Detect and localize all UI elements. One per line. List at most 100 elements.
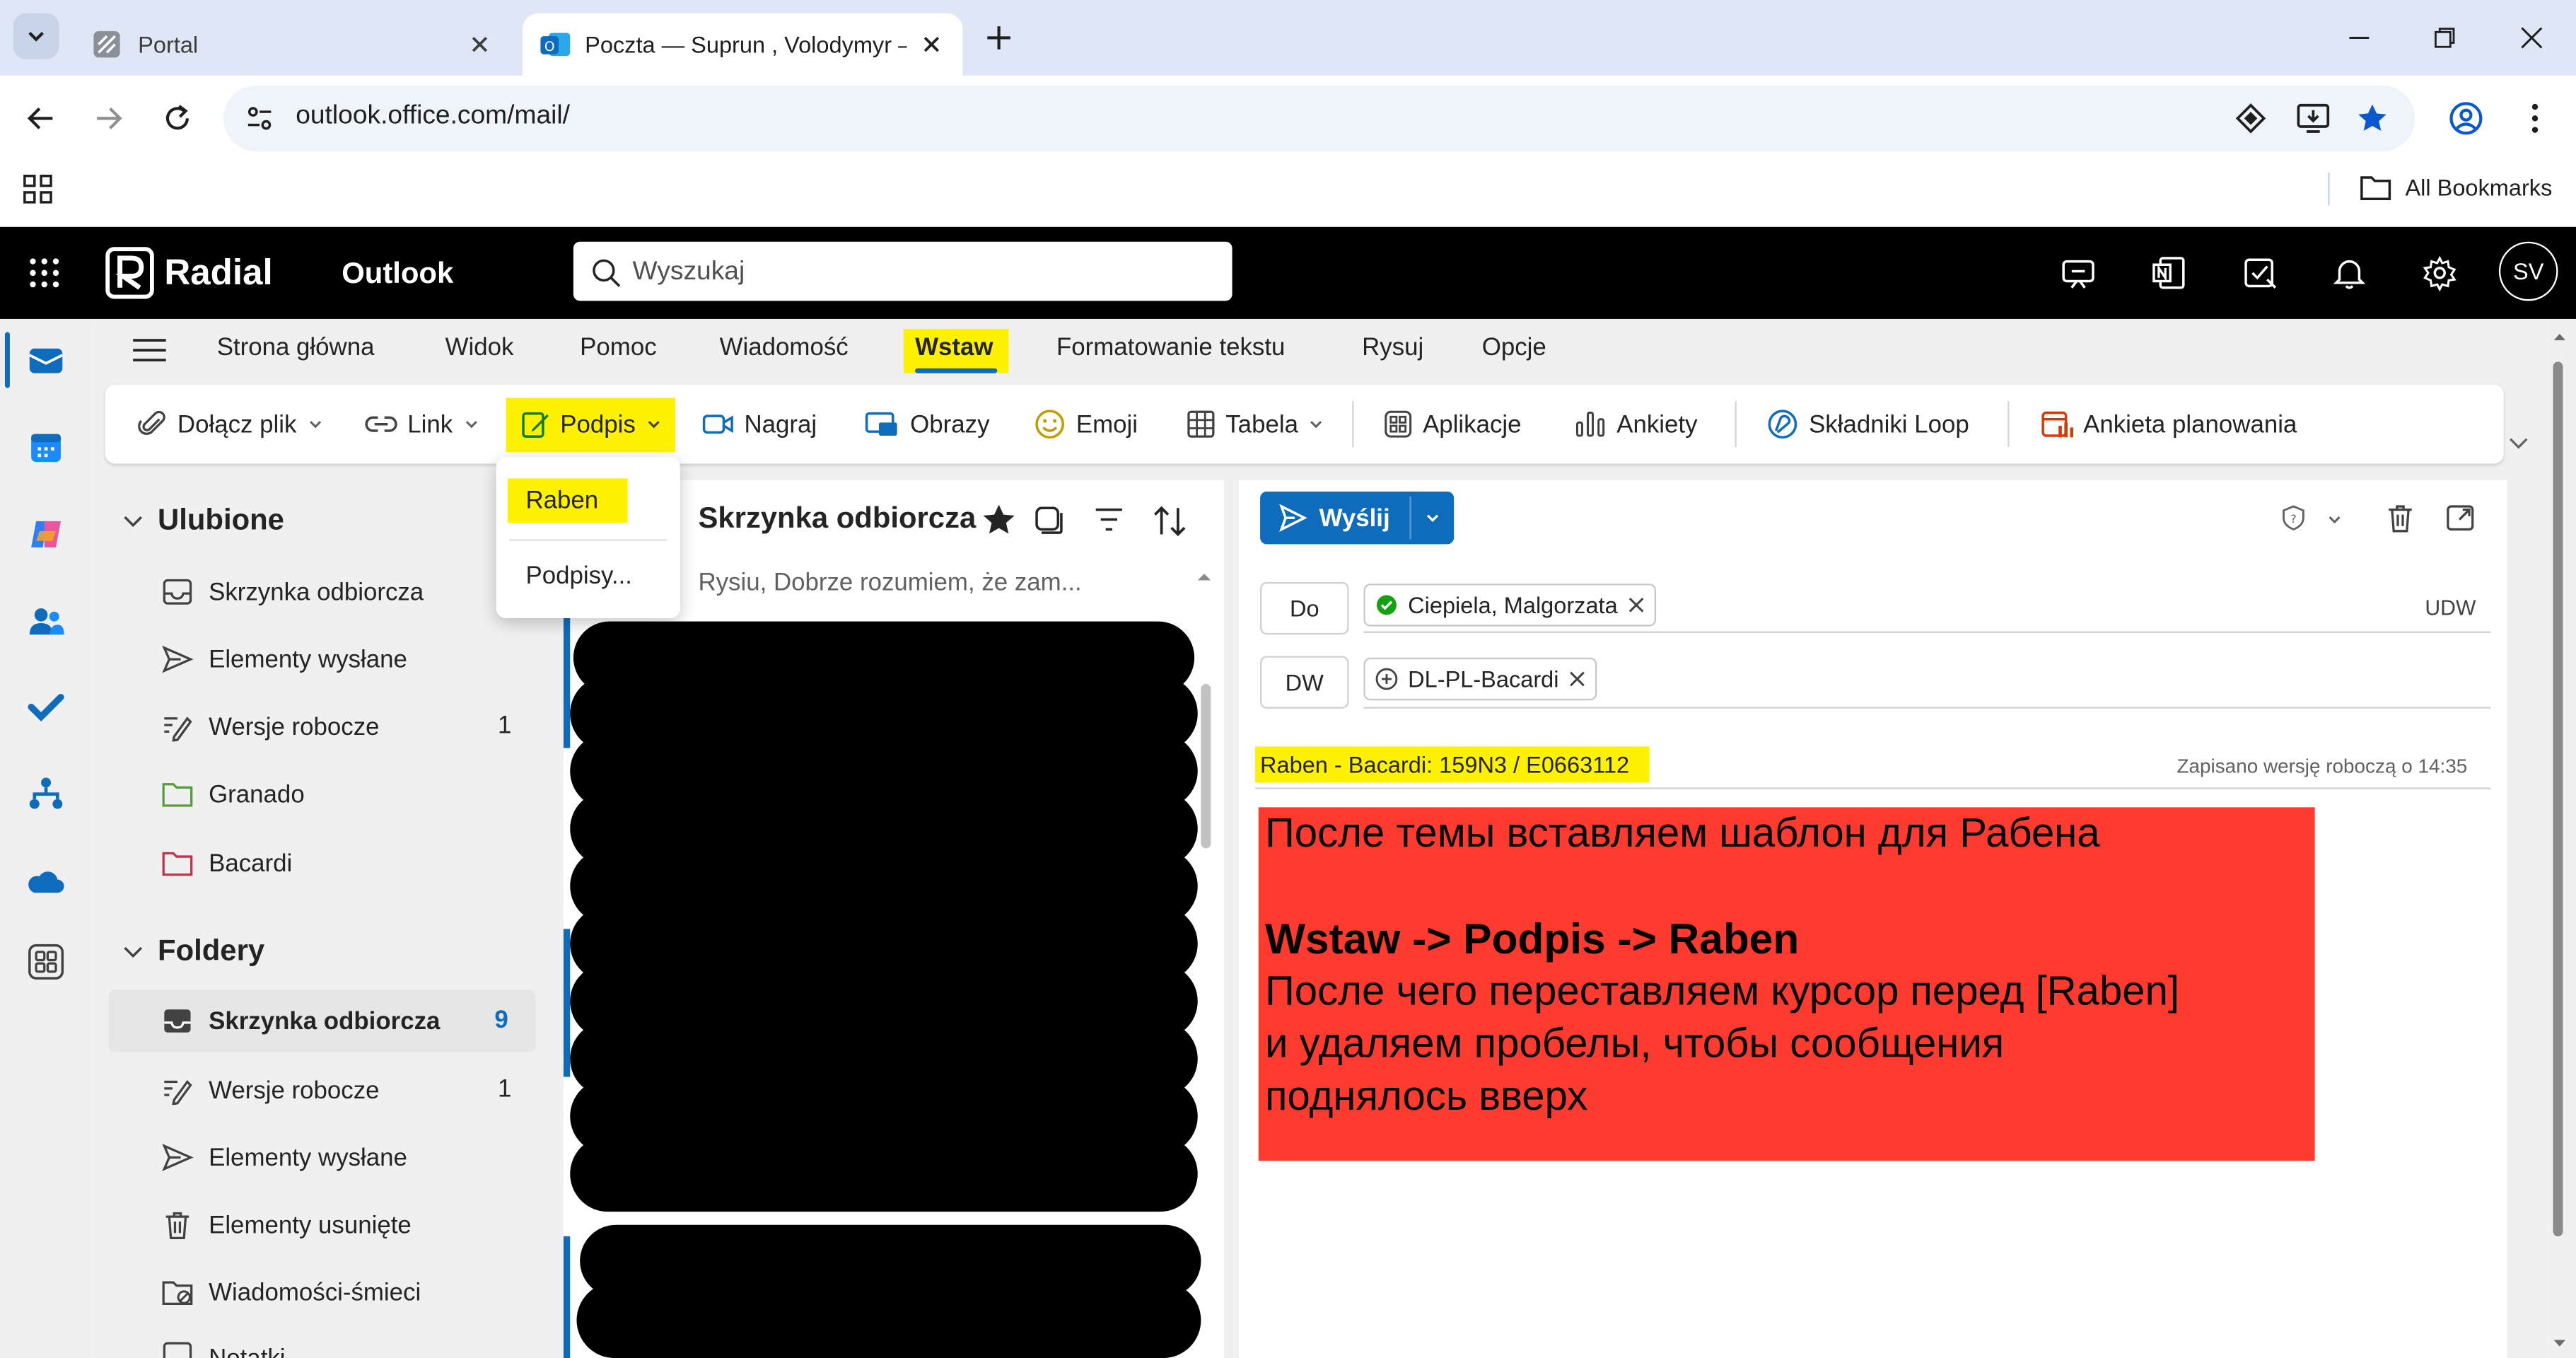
folder-notes[interactable]: Notatki: [161, 1340, 286, 1358]
onenote-icon[interactable]: [2145, 250, 2191, 296]
tab-format-text[interactable]: Formatowanie tekstu: [1056, 334, 1285, 362]
favorite-granado[interactable]: Granado: [161, 774, 305, 814]
favorite-sent[interactable]: Elementy wysłane: [161, 639, 407, 679]
folder-junk[interactable]: Wiadomości-śmieci: [161, 1272, 421, 1312]
hamburger-menu-icon[interactable]: [132, 335, 168, 365]
address-text[interactable]: outlook.office.com/mail/: [296, 102, 570, 132]
tab-draw[interactable]: Rysuj: [1362, 334, 1423, 362]
close-tab-icon[interactable]: [467, 31, 493, 57]
bcc-link[interactable]: UDW: [2425, 595, 2476, 620]
discard-draft-icon[interactable]: [2384, 501, 2416, 534]
subject-field[interactable]: Raben - Bacardi: 159N3 / E0663112: [1260, 751, 1629, 777]
site-info-icon[interactable]: [243, 102, 276, 134]
polls-button[interactable]: Ankiety: [1574, 403, 1698, 446]
browser-tab-portal[interactable]: Portal: [79, 13, 510, 76]
expand-ribbon-icon[interactable]: [2507, 431, 2531, 454]
send-button[interactable]: Wyślij: [1260, 492, 1408, 544]
meet-now-icon[interactable]: [2056, 250, 2102, 296]
apps-grid-icon[interactable]: [23, 174, 53, 204]
to-recipient-chip[interactable]: Ciepiela, Malgorzata: [1363, 584, 1656, 627]
extension-icon[interactable]: [2234, 102, 2267, 134]
cc-button[interactable]: DW: [1260, 656, 1349, 709]
app-name[interactable]: Outlook: [342, 257, 453, 291]
collapse-favorites-icon[interactable]: [122, 510, 145, 533]
sensitivity-icon[interactable]: ?: [2280, 505, 2307, 531]
emoji-button[interactable]: Emoji: [1033, 403, 1138, 446]
calendar-app-icon[interactable]: [23, 424, 69, 470]
close-tab-icon[interactable]: [919, 31, 945, 57]
signature-option-raben[interactable]: Raben: [525, 487, 598, 515]
table-button[interactable]: Tabela: [1186, 403, 1324, 446]
favorites-heading[interactable]: Ulubione: [158, 503, 284, 538]
bookmark-star-icon[interactable]: [2356, 102, 2389, 134]
signature-button[interactable]: Podpis: [521, 403, 663, 446]
app-launcher-icon[interactable]: [28, 257, 60, 289]
loop-components-button[interactable]: Składniki Loop: [1766, 403, 1969, 446]
message-preview[interactable]: Rysiu, Dobrze rozumiem, że zam...: [698, 569, 1081, 597]
collapse-folders-icon[interactable]: [122, 941, 145, 964]
page-scroll-down-icon[interactable]: [2551, 1335, 2568, 1351]
reload-button[interactable]: [151, 92, 204, 144]
record-button[interactable]: Nagraj: [701, 403, 817, 446]
tab-search-button[interactable]: [13, 13, 59, 59]
back-button[interactable]: [15, 92, 67, 144]
notes-icon: [163, 1342, 192, 1358]
favorite-bacardi[interactable]: Bacardi: [161, 843, 292, 883]
tab-message[interactable]: Wiadomość: [720, 334, 849, 362]
todo-app-icon[interactable]: [23, 684, 69, 730]
people-app-icon[interactable]: [23, 598, 69, 644]
scroll-up-arrow-icon[interactable]: [1194, 569, 1214, 585]
send-options-button[interactable]: [1411, 492, 1454, 544]
link-button[interactable]: Link: [365, 403, 479, 446]
filter-icon[interactable]: [1092, 503, 1125, 535]
attach-file-button[interactable]: Dołącz plik: [138, 403, 322, 446]
mail-app-icon[interactable]: [23, 337, 69, 383]
to-button[interactable]: Do: [1260, 581, 1349, 635]
folder-deleted[interactable]: Elementy usunięte: [161, 1205, 412, 1245]
folder-drafts[interactable]: Wersje robocze: [161, 1070, 380, 1110]
gear-icon[interactable]: [2417, 250, 2463, 296]
favorite-star-icon[interactable]: [981, 501, 1017, 538]
more-menu-icon[interactable]: [2520, 102, 2550, 134]
folders-heading[interactable]: Foldery: [158, 934, 264, 968]
minimize-window-button[interactable]: [2335, 16, 2384, 59]
sensitivity-chevron-icon[interactable]: [2326, 511, 2343, 528]
favorite-drafts[interactable]: Wersje robocze: [161, 707, 380, 747]
restore-window-button[interactable]: [2420, 16, 2469, 59]
tab-help[interactable]: Pomoc: [580, 334, 656, 362]
apps-button[interactable]: Aplikacje: [1383, 403, 1522, 446]
tab-view[interactable]: Widok: [445, 334, 514, 362]
sort-icon[interactable]: [1152, 503, 1188, 539]
tab-insert[interactable]: Wstaw: [915, 334, 993, 362]
redacted-message[interactable]: [570, 1136, 1198, 1212]
page-scroll-up-icon[interactable]: [2551, 329, 2568, 345]
images-button[interactable]: Obrazy: [864, 403, 990, 446]
browser-tab-outlook[interactable]: O Poczta — Suprun , Volodymyr –: [522, 13, 963, 76]
page-scrollbar-thumb[interactable]: [2553, 361, 2563, 1237]
forward-button[interactable]: [82, 92, 134, 144]
favorite-inbox[interactable]: Skrzynka odbiorcza: [161, 572, 424, 612]
bell-icon[interactable]: [2326, 250, 2372, 296]
onedrive-app-icon[interactable]: [23, 858, 69, 904]
cc-recipient-chip[interactable]: DL-PL-Bacardi: [1363, 657, 1597, 701]
select-mode-icon[interactable]: [1032, 503, 1064, 535]
tab-home[interactable]: Strona główna: [217, 334, 375, 362]
all-bookmarks-button[interactable]: All Bookmarks: [2359, 173, 2552, 202]
redacted-message[interactable]: [576, 1282, 1201, 1358]
profile-icon[interactable]: [2448, 100, 2484, 137]
avatar[interactable]: SV: [2498, 241, 2558, 301]
scheduling-poll-button[interactable]: Ankieta planowania: [2041, 403, 2297, 446]
install-app-icon[interactable]: [2295, 100, 2331, 137]
new-tab-button[interactable]: [982, 21, 1015, 54]
more-apps-icon[interactable]: [23, 939, 69, 985]
tab-options[interactable]: Opcje: [1482, 334, 1546, 362]
copilot-app-icon[interactable]: [23, 511, 69, 557]
signature-option-manage[interactable]: Podpisy...: [525, 562, 631, 591]
folder-sent[interactable]: Elementy wysłane: [161, 1138, 407, 1178]
org-explorer-app-icon[interactable]: [23, 771, 69, 817]
pop-out-icon[interactable]: [2444, 501, 2477, 534]
close-window-button[interactable]: [2507, 16, 2557, 59]
folder-inbox[interactable]: Skrzynka odbiorcza: [161, 1002, 440, 1041]
todo-icon[interactable]: [2237, 250, 2283, 296]
message-list-scrollbar[interactable]: [1201, 683, 1211, 849]
